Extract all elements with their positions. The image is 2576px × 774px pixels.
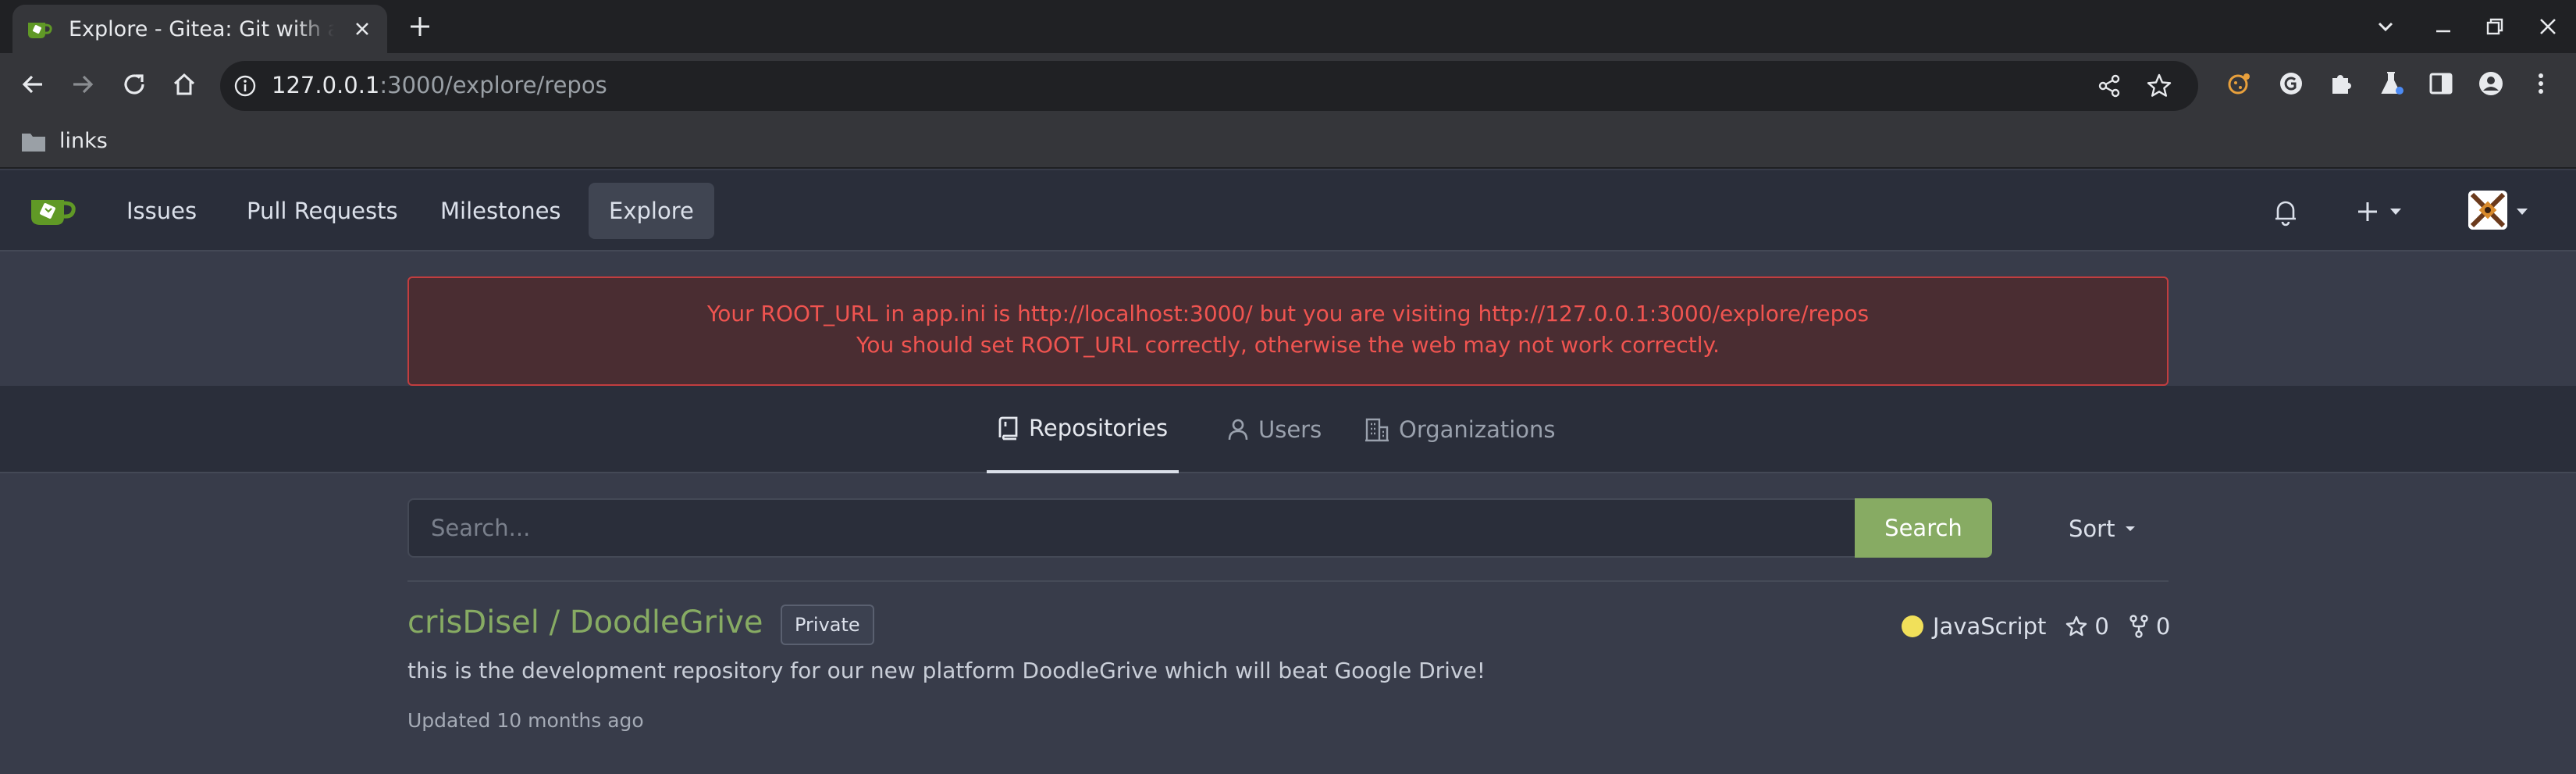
back-arrow-icon[interactable]: [17, 69, 48, 100]
browser-toolbar: 127.0.0.1:3000/explore/repos: [0, 53, 2576, 117]
explore-tabs: Repositories Users Organizations: [0, 386, 2576, 473]
browser-tab[interactable]: Explore - Gitea: Git with a cup of tea: [12, 5, 387, 53]
repo-star-count[interactable]: 0: [2094, 613, 2108, 640]
notification-bell-icon[interactable]: [2272, 197, 2300, 226]
gitea-favicon-icon: [28, 23, 52, 38]
repo-updated: Updated 10 months ago: [407, 709, 644, 732]
warning-area: Your ROOT_URL in app.ini is http://local…: [0, 251, 2576, 386]
user-caret-down-icon[interactable]: [2515, 206, 2529, 217]
repo-meta: JavaScript 0 0: [1902, 609, 2170, 644]
tab-users[interactable]: Users: [1216, 386, 1332, 473]
reload-icon[interactable]: [119, 69, 150, 100]
bookmark-folder-label: links: [59, 129, 108, 153]
minimize-icon[interactable]: [2431, 14, 2456, 39]
browser-tab-title: Explore - Gitea: Git with a cup of tea: [69, 16, 334, 41]
tab-repositories[interactable]: Repositories: [987, 386, 1179, 473]
tab-organizations-label: Organizations: [1399, 416, 1556, 443]
language-color-dot: [1902, 615, 1923, 637]
root-url-warning: Your ROOT_URL in app.ini is http://local…: [407, 276, 2169, 386]
repo-icon: [998, 416, 1018, 441]
repo-fork-count[interactable]: 0: [2156, 613, 2170, 640]
repo-language: JavaScript: [1933, 613, 2047, 640]
extension-grammar-icon[interactable]: [2276, 69, 2306, 98]
create-caret-down-icon[interactable]: [2389, 206, 2403, 217]
search-input[interactable]: [407, 498, 1856, 558]
gitea-logo-icon[interactable]: [28, 194, 78, 228]
tab-organizations[interactable]: Organizations: [1354, 386, 1567, 473]
browser-menu-kebab-icon[interactable]: [2526, 69, 2556, 98]
url-text: 127.0.0.1:3000/explore/repos: [272, 72, 607, 98]
close-tab-icon[interactable]: [351, 18, 373, 40]
sort-caret-down-icon: [2126, 526, 2136, 531]
profile-avatar-icon[interactable]: [2476, 69, 2506, 98]
visibility-badge: Private: [781, 605, 874, 645]
tab-users-label: Users: [1258, 416, 1322, 443]
extensions-puzzle-icon[interactable]: [2326, 69, 2356, 98]
bookmark-star-icon[interactable]: [2145, 72, 2173, 100]
repo-description: this is the development repository for o…: [407, 658, 1485, 683]
warning-line-2: You should set ROOT_URL correctly, other…: [856, 332, 1720, 358]
share-icon[interactable]: [2095, 72, 2123, 100]
address-bar[interactable]: 127.0.0.1:3000/explore/repos: [220, 61, 2198, 111]
search-button[interactable]: Search: [1855, 498, 1992, 558]
experiments-flask-icon[interactable]: [2376, 69, 2406, 98]
new-tab-plus-icon[interactable]: [406, 12, 434, 41]
sort-label: Sort: [2069, 515, 2115, 542]
organization-icon: [1365, 418, 1389, 442]
repo-link[interactable]: crisDisel / DoodleGrive: [407, 605, 763, 640]
sort-dropdown[interactable]: Sort: [2069, 515, 2137, 542]
nav-issues[interactable]: Issues: [106, 183, 217, 239]
close-window-icon[interactable]: [2535, 14, 2560, 39]
bookmarks-bar: links: [0, 117, 2576, 169]
forward-arrow-icon[interactable]: [67, 69, 98, 100]
nav-pull-requests[interactable]: Pull Requests: [226, 183, 418, 239]
tab-repositories-label: Repositories: [1029, 415, 1169, 441]
home-icon[interactable]: [169, 69, 200, 100]
star-icon[interactable]: [2065, 615, 2088, 638]
url-path: :3000/explore/repos: [379, 72, 607, 98]
nav-explore[interactable]: Explore: [589, 183, 714, 239]
gitea-navbar: Issues Pull Requests Milestones Explore: [0, 170, 2576, 251]
site-info-icon[interactable]: [233, 73, 258, 98]
url-host: 127.0.0.1: [272, 72, 380, 98]
user-avatar[interactable]: [2468, 191, 2507, 230]
side-panel-icon[interactable]: [2426, 69, 2456, 98]
browser-tabstrip: Explore - Gitea: Git with a cup of tea: [0, 0, 2576, 53]
avatar-pattern-icon: [2468, 191, 2507, 230]
folder-icon: [22, 134, 45, 152]
fork-icon[interactable]: [2128, 614, 2150, 639]
tab-search-chevron-icon[interactable]: [2373, 14, 2398, 39]
nav-milestones[interactable]: Milestones: [420, 183, 582, 239]
create-plus-icon[interactable]: [2354, 198, 2381, 225]
extension-cookie-icon[interactable]: [2225, 69, 2254, 98]
person-icon: [1228, 419, 1248, 441]
warning-line-1: Your ROOT_URL in app.ini is http://local…: [706, 301, 1870, 326]
list-divider: [407, 580, 2169, 582]
restore-icon[interactable]: [2482, 14, 2507, 39]
